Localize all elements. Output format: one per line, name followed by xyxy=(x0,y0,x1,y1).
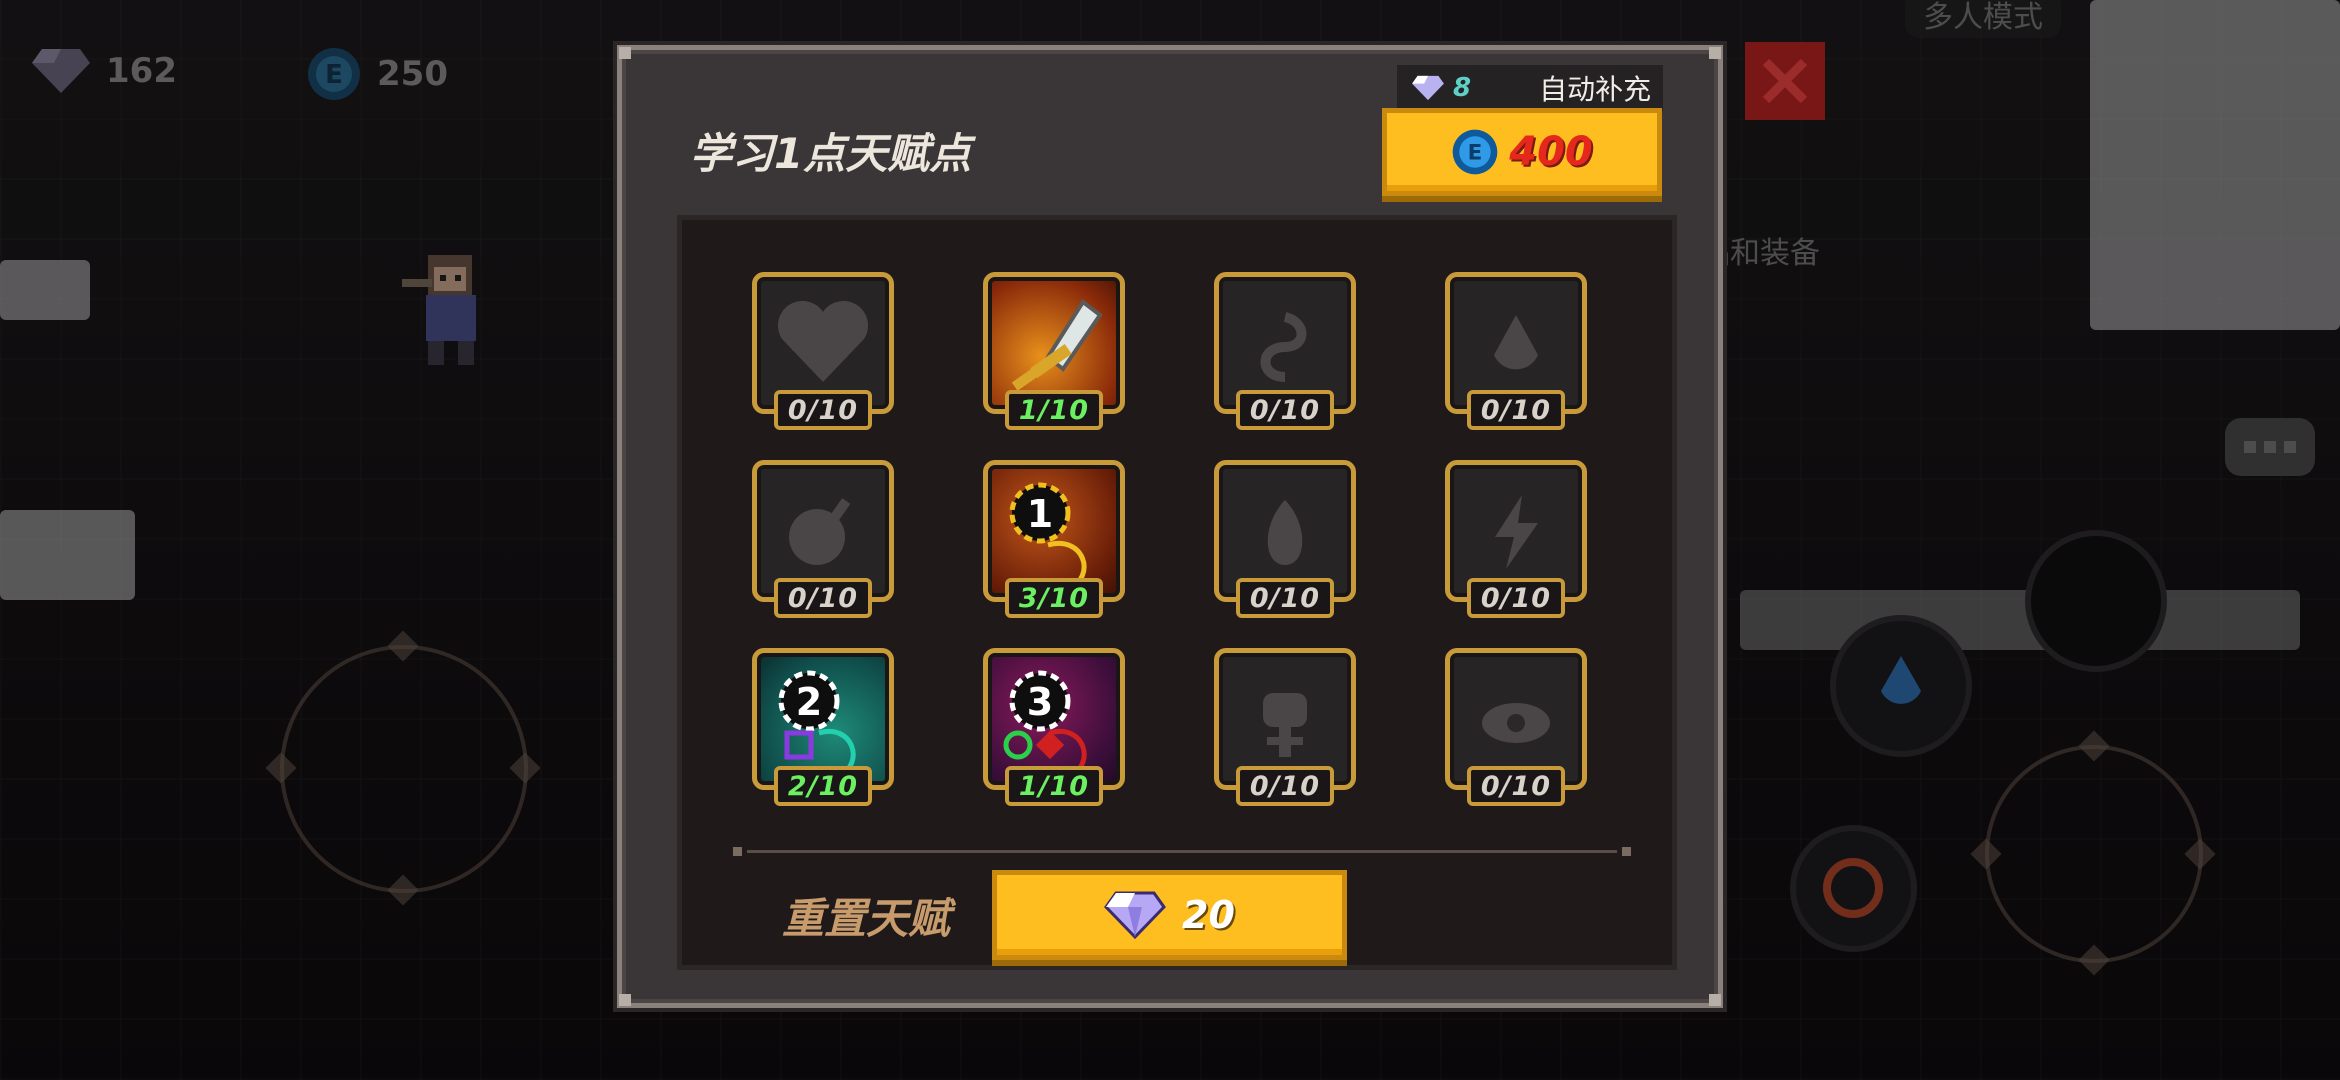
learn-talent-button[interactable]: E 400 xyxy=(1382,108,1662,196)
panel-divider xyxy=(733,847,1631,856)
talent-level: 0/10 xyxy=(1236,578,1334,618)
talent-slot[interactable]: 1 3/10 xyxy=(983,460,1125,620)
learn-cost: 400 xyxy=(1509,129,1593,175)
svg-text:1: 1 xyxy=(1027,492,1053,536)
reset-talent-label: 重置天赋 xyxy=(782,894,951,943)
talent-grid: 0/10 1/10 0/10 0/10 0/10 1 3/10 0/10 0/1… xyxy=(752,272,1622,842)
gem-icon xyxy=(1412,75,1444,101)
talent-level: 0/10 xyxy=(1467,390,1565,430)
talent-slot[interactable]: 2 2/10 xyxy=(752,648,894,808)
energy-coin-icon: E xyxy=(1452,129,1498,175)
talent-slot[interactable]: 0/10 xyxy=(1214,460,1356,620)
talent-slot[interactable]: 0/10 xyxy=(752,460,894,620)
auto-refill-label: 自动补充 xyxy=(1539,73,1652,106)
svg-text:E: E xyxy=(1468,140,1483,165)
talent-slot[interactable]: 0/10 xyxy=(1445,272,1587,432)
gem-icon xyxy=(1104,891,1166,940)
talent-slot[interactable]: 1/10 xyxy=(983,272,1125,432)
talent-level: 0/10 xyxy=(1467,766,1565,806)
talent-level: 0/10 xyxy=(1467,578,1565,618)
talent-slot[interactable]: 0/10 xyxy=(1445,648,1587,808)
auto-refill-gem-count: 8 xyxy=(1453,73,1472,103)
frame-corner xyxy=(1709,47,1721,59)
reset-cost: 20 xyxy=(1182,893,1235,937)
frame-corner xyxy=(1709,994,1721,1006)
frame-corner xyxy=(619,994,631,1006)
talent-slot[interactable]: 0/10 xyxy=(752,272,894,432)
talent-level: 1/10 xyxy=(1005,766,1103,806)
talent-level: 0/10 xyxy=(774,578,872,618)
talent-level: 2/10 xyxy=(774,766,872,806)
talent-slot[interactable]: 0/10 xyxy=(1214,272,1356,432)
svg-text:3: 3 xyxy=(1027,680,1053,724)
talent-dialog: 学习1点天赋点 8 自动补充 E 400 0/10 1/10 0/10 0/10… xyxy=(617,45,1723,1008)
frame-corner xyxy=(619,47,631,59)
talent-slot[interactable]: 3 1/10 xyxy=(983,648,1125,808)
talent-slot[interactable]: 0/10 xyxy=(1214,648,1356,808)
talent-level: 1/10 xyxy=(1005,390,1103,430)
talent-panel: 0/10 1/10 0/10 0/10 0/10 1 3/10 0/10 0/1… xyxy=(677,215,1677,970)
reset-talent-button[interactable]: 20 xyxy=(992,870,1347,960)
talent-slot[interactable]: 0/10 xyxy=(1445,460,1587,620)
talent-level: 3/10 xyxy=(1005,578,1103,618)
auto-refill-toggle[interactable]: 8 自动补充 xyxy=(1397,65,1664,111)
talent-level: 0/10 xyxy=(1236,766,1334,806)
talent-level: 0/10 xyxy=(1236,390,1334,430)
svg-text:2: 2 xyxy=(796,680,822,724)
talent-level: 0/10 xyxy=(774,390,872,430)
dialog-title: 学习1点天赋点 xyxy=(690,129,972,178)
